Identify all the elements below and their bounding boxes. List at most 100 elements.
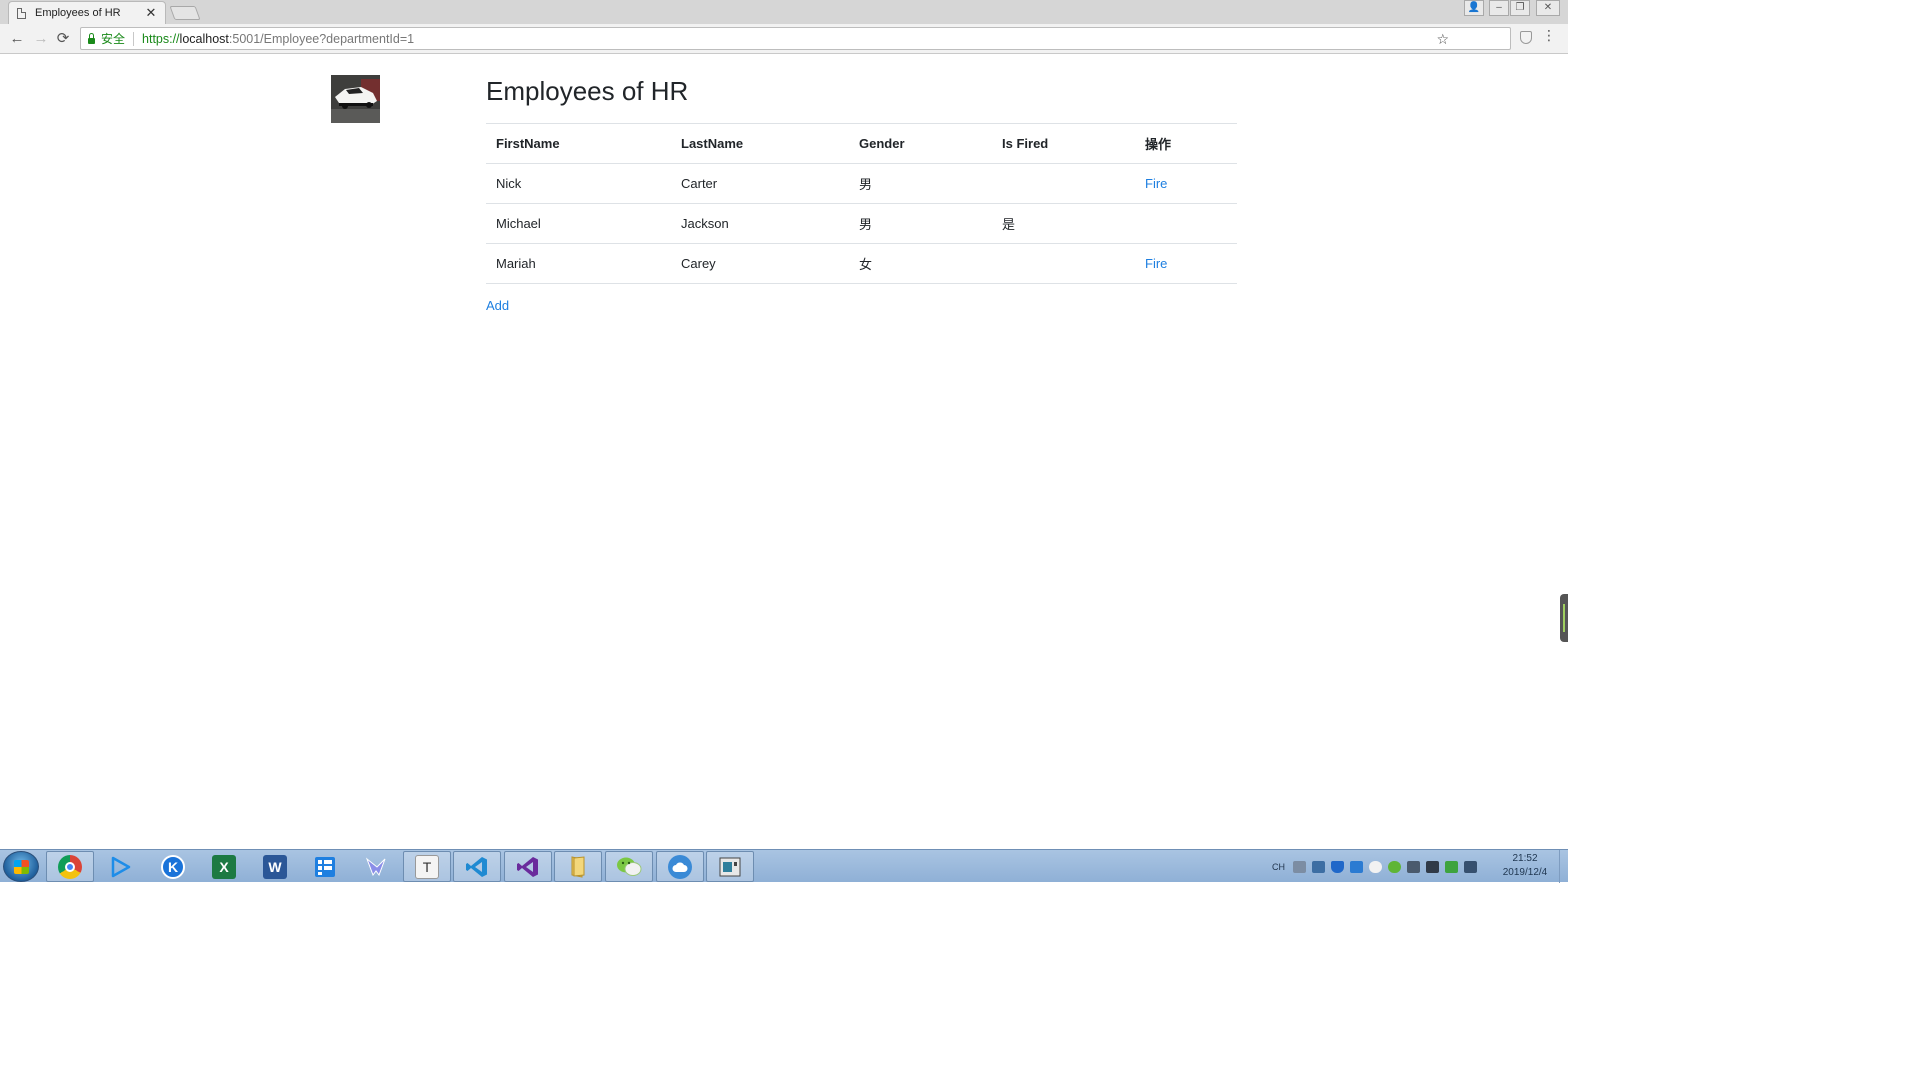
browser-tab[interactable]: Employees of HR ✕: [8, 1, 166, 24]
folder-icon: [571, 855, 585, 878]
taskbar-window-app[interactable]: [706, 851, 754, 882]
window-app-icon: [719, 857, 741, 876]
secure-label: 安全: [101, 32, 126, 46]
word-icon: W: [263, 854, 287, 879]
cell-gender: 男: [849, 163, 992, 204]
taskbar-cloud-app[interactable]: [656, 851, 704, 882]
show-desktop-button[interactable]: [1559, 850, 1568, 883]
taskbar-bird-app[interactable]: [352, 851, 400, 882]
cell-is-fired: [992, 163, 1135, 204]
network-icon[interactable]: [1426, 860, 1439, 873]
taskbar-k-app[interactable]: K: [149, 851, 197, 882]
document-icon: [17, 7, 26, 19]
check-icon[interactable]: [1350, 860, 1363, 873]
cloud-icon: [668, 854, 692, 879]
table-header-row: FirstName LastName Gender Is Fired 操作: [486, 123, 1237, 164]
header-lastname: LastName: [671, 123, 849, 164]
minimize-button[interactable]: –: [1489, 0, 1509, 16]
browser-titlebar: Employees of HR ✕ 👤 – ❐ ✕: [0, 0, 1568, 24]
bird-icon: [365, 856, 386, 876]
fire-link[interactable]: Fire: [1145, 176, 1167, 191]
sidebar-app-icon: [315, 856, 335, 877]
side-panel-handle[interactable]: [1560, 594, 1568, 642]
security-icon[interactable]: [1445, 860, 1458, 873]
cloud-icon[interactable]: [1369, 860, 1382, 873]
fire-link[interactable]: Fire: [1145, 256, 1167, 271]
cell-actions: [1135, 203, 1237, 244]
taskbar-sidebar-app[interactable]: [301, 851, 349, 882]
taskbar-visual-studio[interactable]: [504, 851, 552, 882]
vscode-icon: [466, 856, 487, 877]
main-content: Employees of HR FirstName LastName Gende…: [486, 74, 1237, 315]
taskbar-explorer[interactable]: [554, 851, 602, 882]
play-icon: [111, 856, 131, 877]
url-scheme: https://: [142, 31, 180, 46]
taskbar-wechat[interactable]: [605, 851, 653, 882]
cell-lastname: Jackson: [671, 203, 849, 244]
shield-icon[interactable]: [1331, 860, 1344, 873]
taskbar: K X W T CH 21:52 2019/12/4: [0, 849, 1568, 883]
taskbar-typora[interactable]: T: [403, 851, 451, 882]
header-firstname: FirstName: [486, 123, 671, 164]
input-language[interactable]: CH: [1272, 862, 1285, 872]
visual-studio-icon: [517, 856, 538, 877]
forward-button[interactable]: →: [32, 30, 50, 48]
taskbar-clock[interactable]: 21:52 2019/12/4: [1495, 852, 1555, 880]
cell-lastname: Carter: [671, 163, 849, 204]
clock-time: 21:52: [1512, 853, 1538, 864]
cell-is-fired: 是: [992, 203, 1135, 244]
cell-lastname: Carey: [671, 243, 849, 284]
header-actions: 操作: [1135, 123, 1237, 164]
close-window-button[interactable]: ✕: [1536, 0, 1560, 16]
add-employee-link[interactable]: Add: [486, 298, 509, 313]
header-gender: Gender: [849, 123, 992, 164]
page-title: Employees of HR: [486, 76, 689, 106]
new-tab-button[interactable]: [169, 6, 201, 20]
wechat-icon: [617, 857, 642, 876]
excel-icon: X: [212, 854, 236, 879]
page-content: Employees of HR FirstName LastName Gende…: [0, 54, 1568, 849]
table-row: Michael Jackson 男 是: [486, 203, 1237, 244]
start-button[interactable]: [3, 851, 39, 882]
url-host: localhost: [179, 31, 229, 46]
site-logo: [331, 75, 380, 123]
car-image: [331, 75, 380, 123]
tab-close-button[interactable]: ✕: [145, 5, 157, 21]
tray-app-icon[interactable]: [1312, 860, 1325, 873]
taskbar-excel[interactable]: X: [200, 851, 248, 882]
cell-actions: Fire: [1135, 163, 1237, 204]
browser-toolbar: ← → ⟳ 安全 https:// localhost :5001/Employ…: [0, 24, 1568, 54]
browser-menu-button[interactable]: ⋮: [1542, 27, 1556, 44]
volume-icon[interactable]: [1464, 860, 1477, 873]
cell-firstname: Nick: [486, 163, 671, 204]
address-bar[interactable]: 安全 https:// localhost :5001/Employee?dep…: [80, 27, 1511, 50]
taskbar-word[interactable]: W: [251, 851, 299, 882]
bookmark-star-icon[interactable]: ☆: [1436, 31, 1449, 48]
cell-gender: 男: [849, 203, 992, 244]
taskbar-player[interactable]: [96, 851, 144, 882]
cell-gender: 女: [849, 243, 992, 284]
cell-actions: Fire: [1135, 243, 1237, 284]
profile-button[interactable]: 👤: [1464, 0, 1484, 16]
table-row: Mariah Carey 女 Fire: [486, 243, 1237, 284]
cell-firstname: Michael: [486, 203, 671, 244]
employees-table: FirstName LastName Gender Is Fired 操作 Ni…: [486, 123, 1237, 284]
table-row: Nick Carter 男 Fire: [486, 163, 1237, 204]
restore-button[interactable]: ❐: [1510, 0, 1530, 16]
typora-icon: T: [415, 854, 439, 879]
keyboard-icon[interactable]: [1293, 860, 1306, 873]
wechat-tray-icon[interactable]: [1388, 860, 1401, 873]
taskbar-chrome[interactable]: [46, 851, 94, 882]
display-icon[interactable]: [1407, 860, 1420, 873]
reload-button[interactable]: ⟳: [54, 30, 72, 48]
lock-icon: [88, 32, 95, 44]
cell-firstname: Mariah: [486, 243, 671, 284]
system-tray: CH: [1272, 850, 1477, 883]
url-path: :5001/Employee?departmentId=1: [228, 31, 415, 46]
extension-shield-icon[interactable]: [1520, 31, 1532, 44]
cell-is-fired: [992, 243, 1135, 284]
k-icon: K: [161, 854, 185, 879]
back-button[interactable]: ←: [8, 30, 26, 48]
tab-title: Employees of HR: [35, 7, 121, 19]
taskbar-vscode[interactable]: [453, 851, 501, 882]
